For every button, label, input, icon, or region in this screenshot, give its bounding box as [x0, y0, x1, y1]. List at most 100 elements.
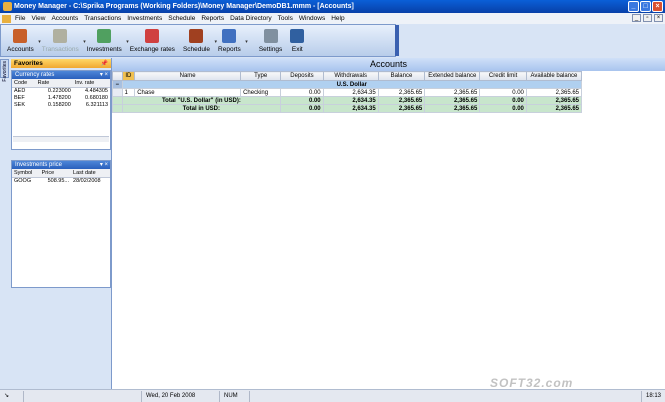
horizontal-scrollbar[interactable] — [13, 136, 109, 142]
table-cell: Checking — [240, 88, 282, 97]
exchange-rates-icon — [145, 29, 160, 43]
table-cell: 1.478200 — [47, 94, 71, 101]
favorites-pane: Favorites 📌 Currency rates ▾ × Code Rate I… — [11, 59, 111, 389]
maximize-button[interactable]: □ — [640, 1, 651, 12]
investments-button[interactable]: Investments ▾ — [87, 25, 129, 56]
exit-button[interactable]: Exit — [290, 25, 305, 56]
table-cell: 0.00 — [280, 88, 324, 97]
panel-close-icon[interactable]: ▾ × — [100, 161, 108, 168]
total-row: Total in USD: 0.00 2,634.35 2,365.65 2,365.6… — [112, 104, 583, 113]
menu-file[interactable]: File — [15, 15, 25, 22]
window-title: Money Manager - C:\Sprika Programs (Work… — [14, 3, 354, 10]
minimize-button[interactable]: _ — [628, 1, 639, 12]
dropdown-arrow-icon[interactable]: ▾ — [126, 39, 129, 45]
total-cell: 2,365.65 — [377, 104, 426, 113]
reports-button[interactable]: Reports ▾ — [218, 25, 248, 56]
group-row[interactable]: − U.S. Dollar — [112, 80, 583, 89]
table-cell: SEK — [14, 101, 26, 108]
currency-rates-table: Code Rate Inv. rate AED 0.223000 4.484305 BEF 1… — [12, 79, 110, 108]
status-time: 18:13 — [640, 390, 665, 402]
favorites-header: Favorites 📌 — [11, 59, 111, 68]
table-cell: BEF — [14, 94, 25, 101]
status-bar: ↘ Wed, 20 Feb 2008 NUM 18:13 — [0, 389, 665, 402]
column-header[interactable]: Withdrawals — [322, 71, 379, 81]
mdi-minimize-button[interactable]: _ — [632, 14, 641, 22]
settings-button[interactable]: Settings — [259, 25, 282, 56]
table-cell: 0.680180 — [85, 94, 108, 101]
dropdown-arrow-icon[interactable]: ▾ — [38, 39, 41, 45]
accounts-title-bar: Accounts — [112, 58, 665, 71]
column-header[interactable]: ID — [121, 71, 136, 81]
table-cell: 2,365.65 — [525, 88, 583, 97]
table-cell: GOOG — [14, 177, 32, 184]
table-cell: 0.158200 — [47, 101, 71, 108]
table-row[interactable]: 1 Chase Checking 0.00 2,634.35 2,365.65 2,365.… — [112, 88, 583, 97]
total-cell: 2,634.35 — [322, 96, 379, 105]
investments-price-header: Investments price ▾ × — [12, 161, 110, 169]
investments-price-table: Symbol Price Last date GOOG 508.95... 28/02/2… — [12, 169, 110, 184]
menu-bar: File View Accounts Transactions Investme… — [0, 13, 665, 24]
accounts-button[interactable]: Accounts ▾ — [7, 25, 41, 56]
total-label: Total "U.S. Dollar" (in USD): — [121, 96, 282, 105]
main-toolbar: Accounts ▾ Transactions ▾ Investments ▾ Exchan… — [0, 24, 399, 57]
menu-windows[interactable]: Windows — [299, 15, 325, 22]
investments-icon — [97, 29, 112, 43]
column-header[interactable]: Symbol — [12, 169, 40, 178]
column-header[interactable]: Inv. rate — [72, 79, 110, 88]
column-header[interactable]: Code — [12, 79, 36, 88]
table-cell: 2,365.65 — [377, 88, 426, 97]
transactions-button[interactable]: Transactions ▾ — [42, 25, 86, 56]
column-header[interactable]: Extended balance — [424, 71, 481, 81]
table-cell: 0.00 — [479, 88, 527, 97]
dropdown-arrow-icon[interactable]: ▾ — [215, 39, 218, 45]
column-header[interactable]: Last date — [71, 169, 110, 178]
schedule-button[interactable]: Schedule ▾ — [183, 25, 217, 56]
dropdown-arrow-icon[interactable]: ▾ — [83, 39, 86, 45]
settings-icon — [263, 29, 278, 43]
exit-icon — [290, 29, 305, 43]
menu-reports[interactable]: Reports — [201, 15, 224, 22]
schedule-icon — [189, 29, 204, 43]
menu-schedule[interactable]: Schedule — [168, 15, 195, 22]
total-cell: 2,365.65 — [525, 96, 583, 105]
table-row[interactable]: AED 0.223000 4.484305 — [12, 87, 110, 94]
column-header[interactable]: Type — [240, 71, 282, 81]
menu-investments[interactable]: Investments — [127, 15, 162, 22]
close-button[interactable]: × — [652, 1, 663, 12]
table-row[interactable]: GOOG 508.95... 28/02/2008 — [12, 177, 110, 184]
menu-data-directory[interactable]: Data Directory — [230, 15, 272, 22]
favorites-side-tab[interactable]: Favorites — [0, 59, 9, 82]
column-header[interactable]: Balance — [377, 71, 426, 81]
dropdown-arrow-icon[interactable]: ▾ — [245, 39, 248, 45]
column-header[interactable]: Rate — [35, 79, 73, 88]
table-row[interactable]: SEK 0.158200 6.321113 — [12, 101, 110, 108]
mdi-close-button[interactable]: × — [654, 14, 663, 22]
menu-help[interactable]: Help — [331, 15, 344, 22]
mdi-doc-icon[interactable] — [2, 14, 11, 23]
pin-icon[interactable]: 📌 — [101, 60, 108, 67]
total-cell: 0.00 — [280, 96, 324, 105]
menu-view[interactable]: View — [31, 15, 45, 22]
menu-transactions[interactable]: Transactions — [84, 15, 121, 22]
table-row[interactable]: BEF 1.478200 0.680180 — [12, 94, 110, 101]
status-icon: ↘ — [0, 390, 24, 402]
app-icon — [3, 2, 12, 11]
mdi-restore-button[interactable]: ▫ — [643, 14, 652, 22]
table-cell: AED — [14, 87, 26, 94]
exchange-rates-button[interactable]: Exchange rates — [130, 25, 175, 56]
menu-accounts[interactable]: Accounts — [51, 15, 78, 22]
table-cell: 508.95... — [47, 177, 70, 184]
column-header[interactable]: Deposits — [280, 71, 324, 81]
column-header[interactable]: Name — [134, 71, 242, 81]
column-header[interactable]: Price — [39, 169, 72, 178]
column-header[interactable]: Credit limit — [479, 71, 527, 81]
total-cell: 0.00 — [479, 104, 527, 113]
panel-close-icon[interactable]: ▾ × — [100, 71, 108, 78]
title-bar: Money Manager - C:\Sprika Programs (Work… — [0, 0, 665, 13]
table-cell: 2,365.65 — [424, 88, 481, 97]
currency-rates-panel: Currency rates ▾ × Code Rate Inv. rate AED 0… — [11, 70, 111, 150]
column-header[interactable]: Available balance — [525, 71, 583, 81]
total-cell: 0.00 — [280, 104, 324, 113]
menu-tools[interactable]: Tools — [278, 15, 293, 22]
collapse-icon[interactable]: − — [112, 80, 123, 89]
